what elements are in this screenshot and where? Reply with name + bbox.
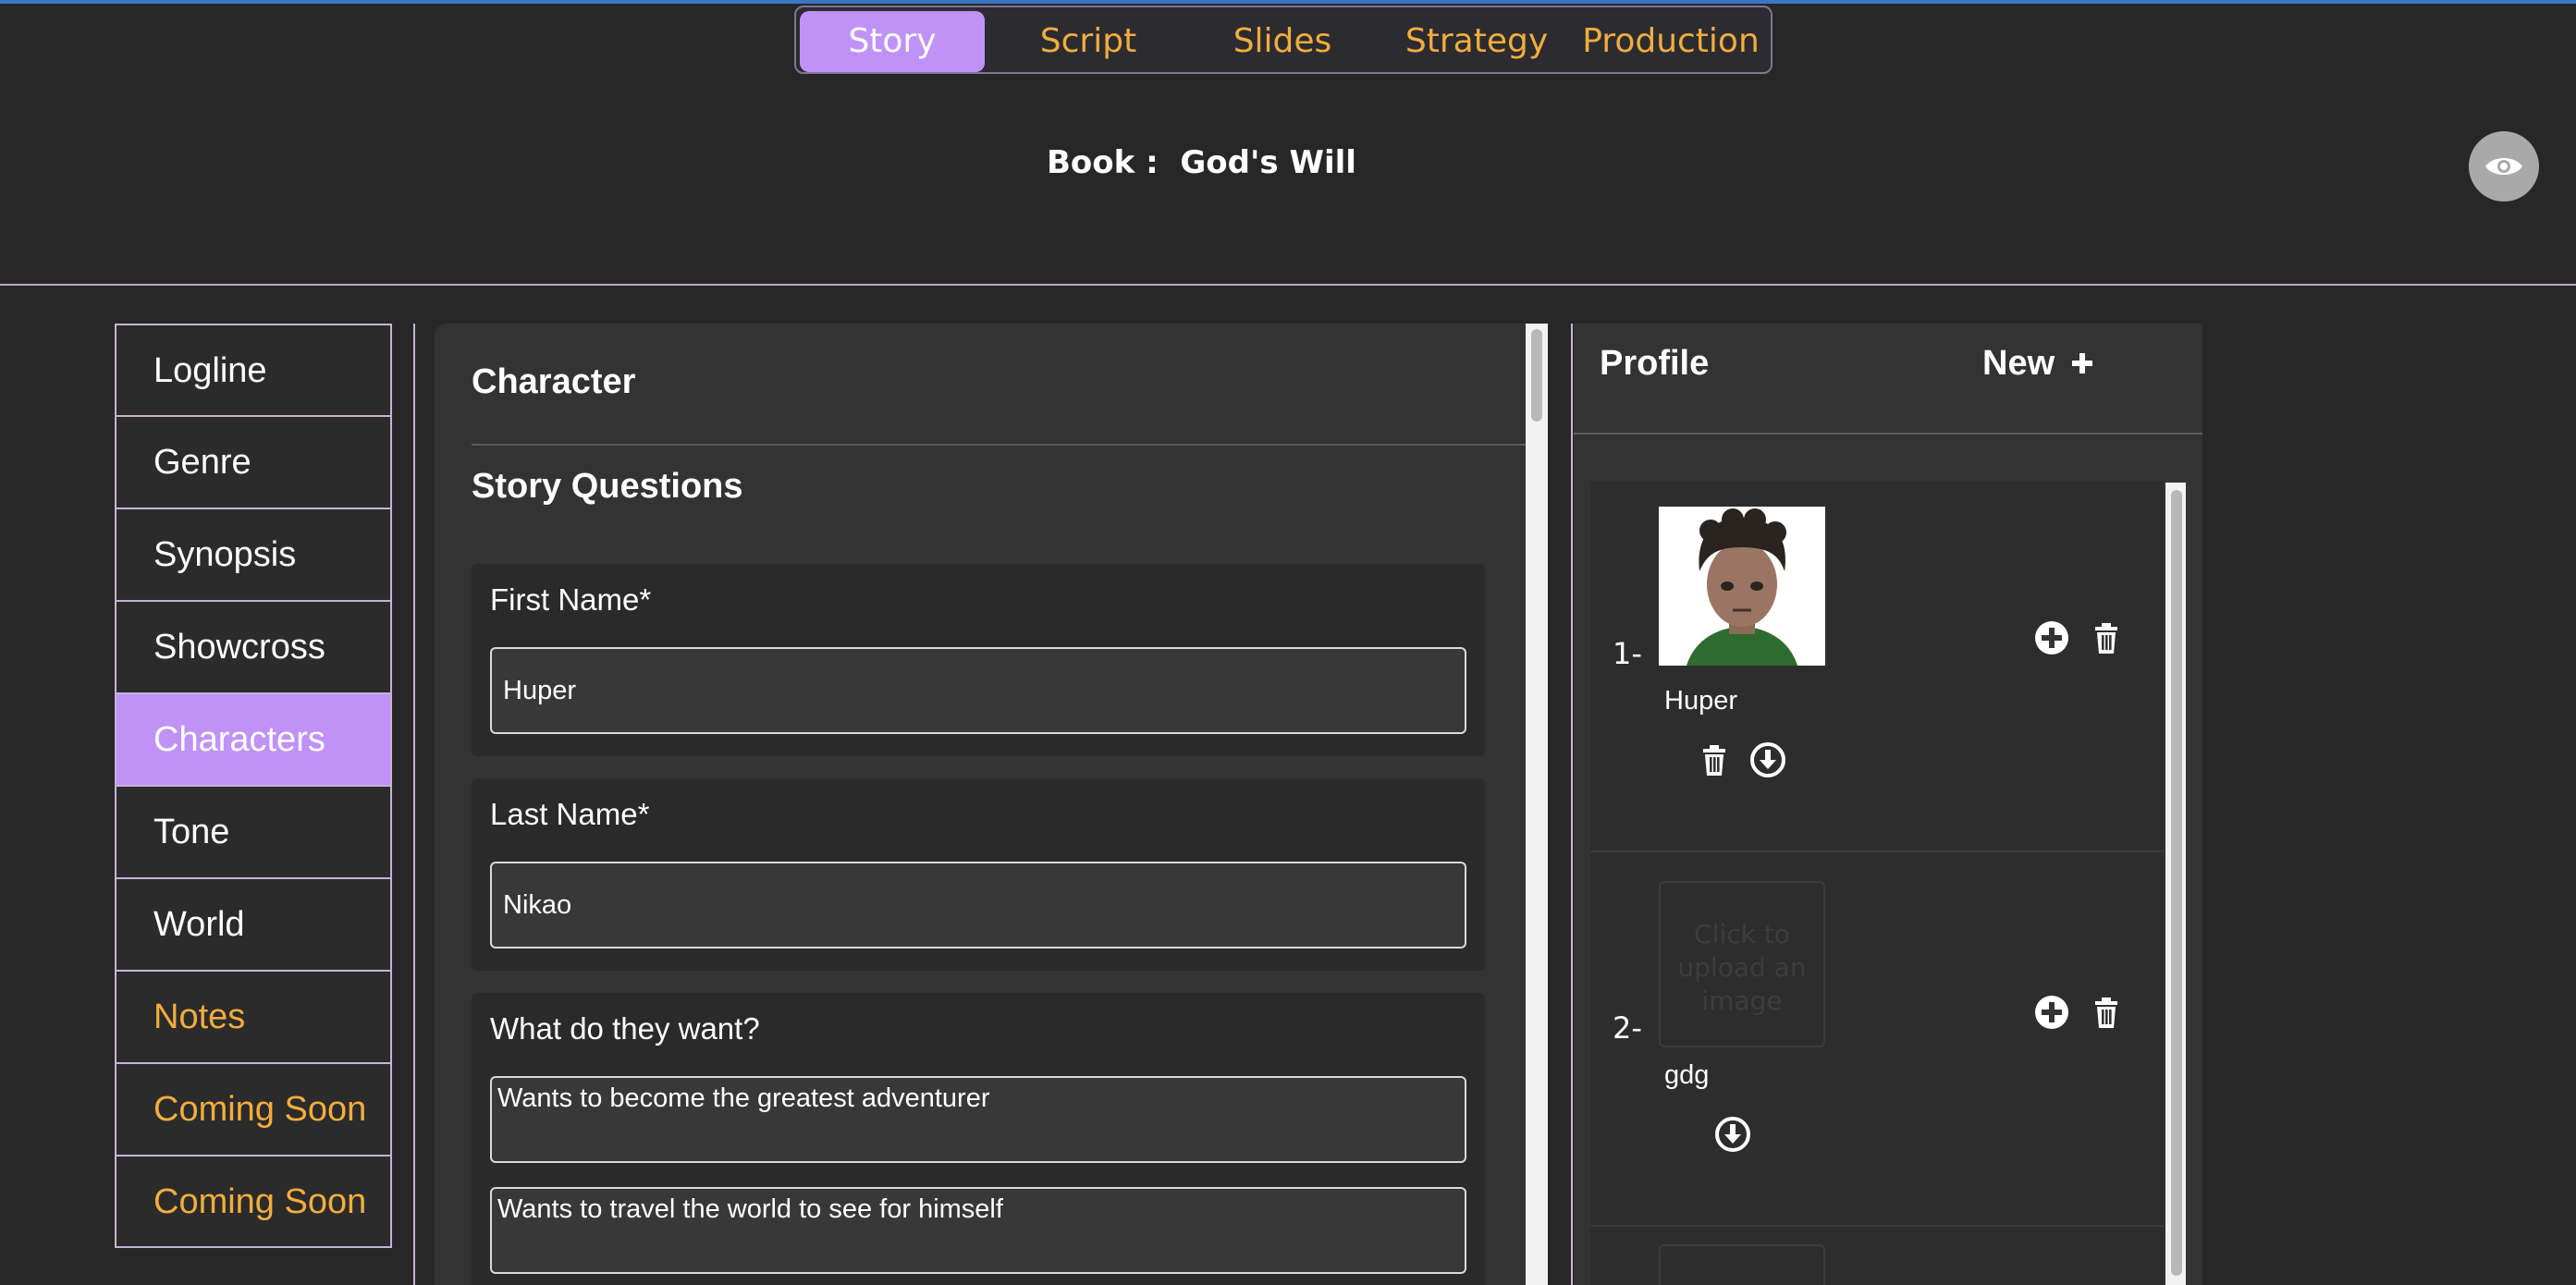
first-name-input[interactable]: Huper bbox=[490, 647, 1466, 734]
wants-answer-2[interactable]: Wants to travel the world to see for him… bbox=[490, 1187, 1466, 1274]
profile-divider bbox=[1571, 324, 1573, 1285]
form-subheading: Story Questions bbox=[472, 467, 743, 506]
add-circle-icon[interactable] bbox=[2033, 994, 2070, 1031]
image-upload-area[interactable]: Click to upload an image bbox=[1659, 881, 1825, 1047]
book-title: Book : God's Will bbox=[1047, 144, 1356, 181]
tab-slides[interactable]: Slides bbox=[1190, 11, 1375, 72]
character-entry: 1- Huper bbox=[1590, 481, 2164, 855]
wants-label: What do they want? bbox=[490, 1011, 760, 1046]
plus-icon bbox=[2071, 353, 2092, 373]
tab-production[interactable]: Production bbox=[1578, 11, 1763, 72]
new-profile-button[interactable]: New bbox=[1982, 344, 2094, 384]
profile-separator bbox=[1574, 433, 2202, 434]
form-heading: Character bbox=[472, 362, 636, 401]
profile-scrollbar-thumb[interactable] bbox=[2171, 490, 2182, 1276]
entry-number: 1- bbox=[1613, 636, 1642, 671]
character-name: Huper bbox=[1664, 686, 1737, 716]
sidebar-item-characters[interactable]: Characters bbox=[115, 693, 392, 786]
preview-button[interactable] bbox=[2469, 131, 2539, 202]
form-scrollbar-track[interactable] bbox=[1526, 324, 1548, 1285]
trash-icon[interactable] bbox=[2088, 994, 2125, 1031]
tab-script[interactable]: Script bbox=[996, 11, 1181, 72]
entry-number: 2- bbox=[1613, 1010, 1642, 1046]
last-name-label: Last Name* bbox=[490, 797, 650, 831]
book-name: God's Will bbox=[1180, 144, 1356, 181]
first-name-group: First Name* Huper bbox=[472, 564, 1485, 756]
form-scrollbar-thumb[interactable] bbox=[1531, 329, 1542, 422]
image-upload-area-partial[interactable] bbox=[1659, 1244, 1825, 1285]
character-avatar[interactable] bbox=[1659, 507, 1825, 666]
eye-icon bbox=[2485, 158, 2522, 175]
add-circle-icon[interactable] bbox=[2033, 619, 2070, 656]
story-sidebar: Logline Genre Synopsis Showcross Charact… bbox=[115, 324, 392, 1248]
main-tab-bar: Story Script Slides Strategy Production bbox=[794, 6, 1773, 74]
form-separator bbox=[472, 444, 1527, 446]
last-name-group: Last Name* Nikao bbox=[472, 778, 1485, 971]
last-name-input[interactable]: Nikao bbox=[490, 862, 1466, 948]
profile-panel: Profile New 1- Huper 2- Click to upload … bbox=[1574, 324, 2202, 1285]
character-list: 1- Huper 2- Click to upload an image gdg bbox=[1590, 481, 2164, 1285]
new-profile-label: New bbox=[1982, 344, 2055, 383]
trash-icon[interactable] bbox=[2088, 619, 2125, 656]
sidebar-item-tone[interactable]: Tone bbox=[115, 786, 392, 878]
tab-story[interactable]: Story bbox=[800, 11, 985, 72]
sidebar-item-showcross[interactable]: Showcross bbox=[115, 601, 392, 693]
entry-separator bbox=[1590, 851, 2164, 852]
first-name-label: First Name* bbox=[490, 582, 652, 617]
character-name: gdg bbox=[1664, 1060, 1710, 1090]
book-prefix: Book : bbox=[1047, 144, 1159, 181]
header-divider bbox=[0, 284, 2576, 286]
character-portrait-icon bbox=[1659, 507, 1825, 666]
sidebar-item-coming-soon-1[interactable]: Coming Soon bbox=[115, 1063, 392, 1156]
wants-group: What do they want? Wants to become the g… bbox=[472, 993, 1485, 1285]
tab-strategy[interactable]: Strategy bbox=[1384, 11, 1569, 72]
character-entry: 2- Click to upload an image gdg bbox=[1590, 855, 2164, 1230]
sidebar-item-genre[interactable]: Genre bbox=[115, 416, 392, 508]
sidebar-item-notes[interactable]: Notes bbox=[115, 971, 392, 1063]
download-circle-icon[interactable] bbox=[1749, 741, 1786, 778]
trash-icon[interactable] bbox=[1696, 741, 1733, 778]
sidebar-item-synopsis[interactable]: Synopsis bbox=[115, 508, 392, 601]
sidebar-item-coming-soon-2[interactable]: Coming Soon bbox=[115, 1156, 392, 1248]
sidebar-divider bbox=[413, 324, 415, 1285]
profile-title: Profile bbox=[1600, 344, 1710, 383]
entry-separator bbox=[1590, 1225, 2164, 1227]
sidebar-item-logline[interactable]: Logline bbox=[115, 324, 392, 416]
sidebar-item-world[interactable]: World bbox=[115, 878, 392, 971]
wants-answer-1[interactable]: Wants to become the greatest adventurer bbox=[490, 1076, 1466, 1163]
download-circle-icon[interactable] bbox=[1714, 1116, 1751, 1153]
top-accent-line bbox=[0, 0, 2576, 4]
character-form-panel: Character Story Questions First Name* Hu… bbox=[435, 324, 1527, 1285]
